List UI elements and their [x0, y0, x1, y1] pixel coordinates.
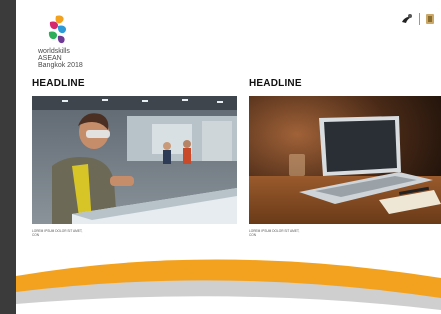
- article-2-caption: LOREM IPSUM DOLOR SIT AMET, CON: [249, 229, 339, 237]
- partner-emblem-icon: [402, 14, 412, 23]
- logo-line-2: ASEAN: [38, 55, 62, 62]
- article-1-caption: LOREM IPSUM DOLOR SIT AMET, CON: [32, 229, 122, 237]
- logo-wordmark: worldskills ASEAN Bangkok 2018: [38, 48, 83, 69]
- logo-line-1: worldskills: [38, 48, 70, 55]
- worldskills-logo: worldskills ASEAN Bangkok 2018: [26, 12, 86, 69]
- decorative-swoosh: [16, 259, 441, 314]
- partner-divider: [419, 13, 420, 25]
- article-2-photo: [249, 96, 441, 224]
- document-page: worldskills ASEAN Bangkok 2018 HEADLINE …: [16, 0, 441, 314]
- article-2-headline: HEADLINE: [249, 78, 302, 89]
- logo-line-3: Bangkok 2018: [38, 62, 83, 69]
- laptop-photo-image: [249, 96, 441, 224]
- article-2-caption-line-2: CON: [249, 233, 257, 237]
- left-border: [0, 0, 16, 314]
- article-1-caption-line-2: CON: [32, 233, 40, 237]
- worldskills-logo-mark: [48, 15, 67, 44]
- worker-photo-image: [32, 96, 237, 224]
- partner-seal-icon: [426, 14, 434, 24]
- article-1-headline: HEADLINE: [32, 78, 85, 89]
- partner-logos: [400, 12, 435, 26]
- article-1-photo: [32, 96, 237, 224]
